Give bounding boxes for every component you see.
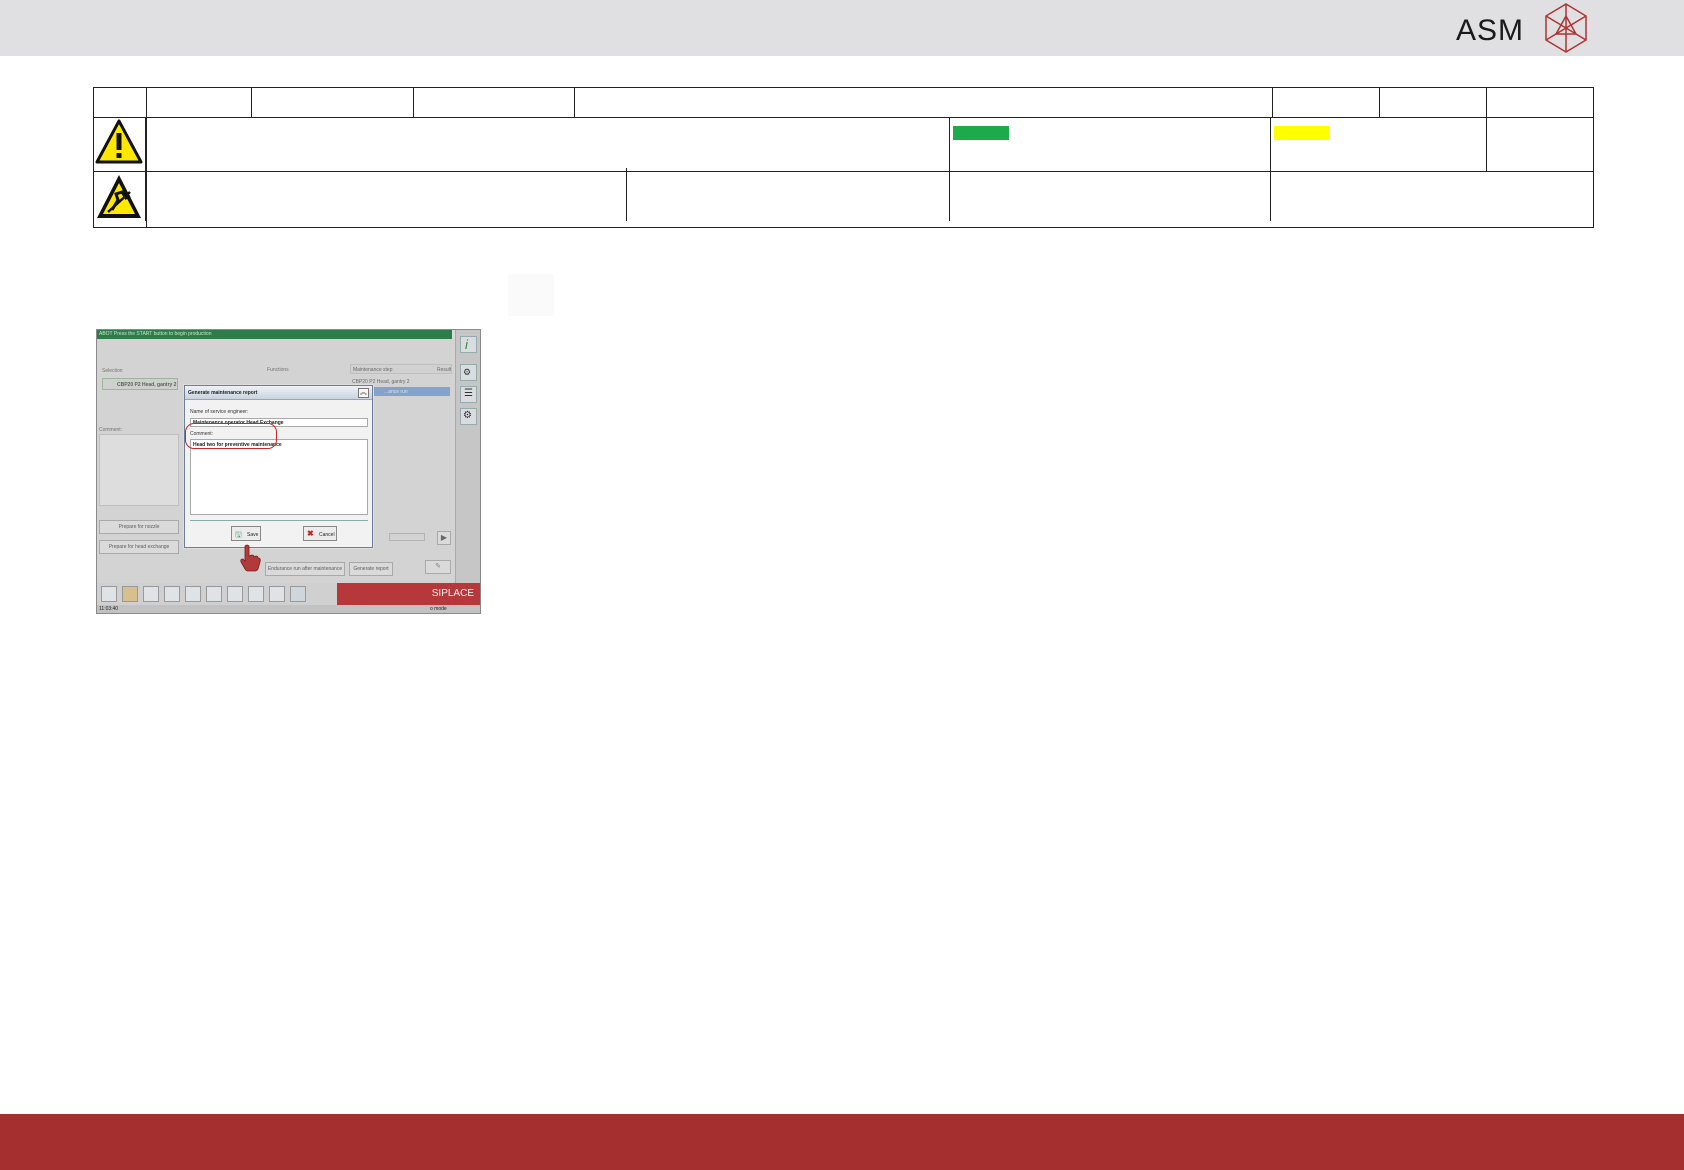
check-icon: ✔ xyxy=(97,377,98,386)
selection-label: Selection xyxy=(102,368,123,374)
generate-report-dialog: Generate maintenance report ︽ Name of se… xyxy=(184,385,373,548)
maintenance-step-header: Maintenance step Result xyxy=(350,364,452,374)
status-message-bar: ABOT Press the START button to begin pro… xyxy=(97,330,452,339)
dialog-title-bar: Generate maintenance report ︽ xyxy=(185,386,372,400)
maintenance-step-label: Maintenance step xyxy=(353,367,393,373)
endurance-run-button[interactable]: Endurance run after maintenance xyxy=(265,562,345,576)
status-time: 11:03:40 xyxy=(99,606,119,612)
header-cell xyxy=(1379,87,1487,118)
maintenance-head-icon[interactable] xyxy=(290,586,306,602)
head-tool-icon[interactable]: ⚙ xyxy=(460,364,477,381)
right-toolbar: i ⚙ ☰ ⚙ xyxy=(455,330,480,586)
warning-triangle-icon xyxy=(95,119,143,164)
settings-tool-icon[interactable]: ⚙ xyxy=(460,408,477,425)
engineer-label: Name of service engineer: xyxy=(190,409,249,415)
selection-item[interactable]: ✔ CBP20 P2 Head, gantry 2 xyxy=(97,377,178,390)
header-cell xyxy=(146,87,252,118)
comment-textarea[interactable]: Head two for preventive maintenance xyxy=(190,439,368,515)
esd-sensitive-icon xyxy=(97,175,141,218)
esd-icon-cell xyxy=(93,171,147,228)
header-cell xyxy=(1272,87,1380,118)
info-icon[interactable]: i xyxy=(460,336,477,353)
header-cell xyxy=(413,87,575,118)
selection-item-label: CBP20 P2 Head, gantry 2 xyxy=(117,382,177,388)
top-header-bar: ASM xyxy=(0,0,1684,56)
header-cell xyxy=(574,87,1273,118)
comment-highlight-ring xyxy=(185,423,277,449)
functions-label: Functions xyxy=(267,367,289,373)
siplace-brand-bar: SIPLACE xyxy=(337,583,480,605)
esd-text-cell xyxy=(146,171,1594,228)
cancel-button[interactable]: ✖ Cancel xyxy=(303,526,337,541)
board-icon[interactable] xyxy=(164,586,180,602)
save-icon: 🖫 xyxy=(235,530,242,539)
cancel-label: Cancel xyxy=(319,532,335,538)
comment-label: Comment: xyxy=(99,427,123,433)
list-tool-icon[interactable]: ☰ xyxy=(460,386,477,403)
asm-logo-text: ASM xyxy=(1456,14,1525,47)
maintenance-step-row-selected-label: ...ance run xyxy=(384,389,408,395)
status-message: ABOT Press the START button to begin pro… xyxy=(99,331,212,337)
conveyor-icon[interactable] xyxy=(206,586,222,602)
generate-report-button[interactable]: Generate report xyxy=(349,562,393,576)
status-bar: 11:03:40 o mode xyxy=(97,605,480,613)
asm-logo: ASM xyxy=(1456,2,1592,54)
footer-bar xyxy=(0,1114,1684,1170)
siplace-screenshot: ABOT Press the START button to begin pro… xyxy=(96,329,481,614)
result-label: Result xyxy=(437,367,452,373)
bottom-dock xyxy=(97,583,337,605)
play-arrow-button[interactable]: ▶ xyxy=(437,531,451,545)
document-header-table xyxy=(93,87,1594,228)
chart-icon[interactable] xyxy=(143,586,159,602)
warning-legend-cell xyxy=(1486,117,1594,172)
prepare-nozzle-button[interactable]: Prepare for nozzle xyxy=(99,520,179,534)
save-button[interactable]: 🖫 Save xyxy=(231,526,261,541)
warning-text-cell xyxy=(146,117,1487,172)
warning-icon-cell xyxy=(93,117,147,172)
status-mode: o mode xyxy=(430,606,447,612)
header-cell xyxy=(251,87,414,118)
grid-icon[interactable] xyxy=(122,586,138,602)
header-cell xyxy=(1486,87,1594,118)
pointing-hand-icon xyxy=(240,544,261,572)
feeder-icon[interactable] xyxy=(185,586,201,602)
asm-logo-mark-icon xyxy=(1545,3,1587,53)
tools-icon[interactable] xyxy=(248,586,264,602)
dialog-separator xyxy=(190,520,368,521)
dialog-title: Generate maintenance report xyxy=(188,390,258,396)
faint-placeholder xyxy=(508,274,554,316)
prepare-head-button[interactable]: Prepare for head exchange xyxy=(99,540,179,554)
header-cell xyxy=(93,87,147,118)
scroll-grip[interactable] xyxy=(389,533,425,541)
camera-icon[interactable] xyxy=(227,586,243,602)
cancel-x-icon: ✖ xyxy=(307,529,314,538)
tool-edit-button[interactable]: ✎ xyxy=(425,560,451,574)
save-label: Save xyxy=(247,532,259,538)
gear-icon[interactable] xyxy=(101,586,117,602)
comment-panel[interactable] xyxy=(99,434,179,506)
service-icon[interactable] xyxy=(269,586,285,602)
collapse-chevron-icon[interactable]: ︽ xyxy=(358,388,369,398)
